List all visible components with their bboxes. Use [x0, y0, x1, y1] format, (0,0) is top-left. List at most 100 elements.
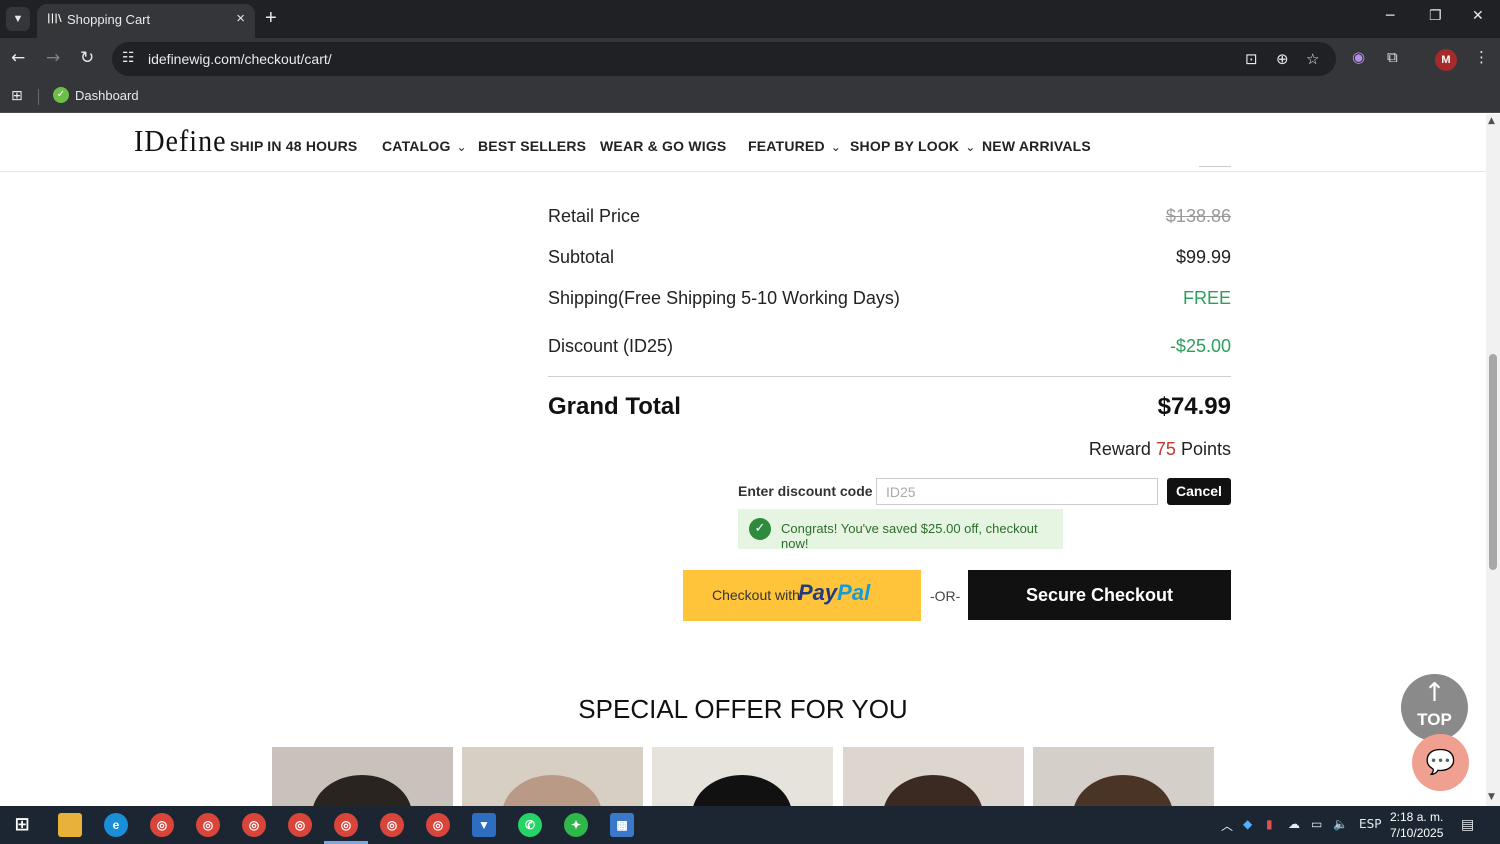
restore-icon[interactable]: ❐: [1429, 8, 1442, 24]
nav-shop-by-look[interactable]: SHOP BY LOOK ⌄: [850, 138, 976, 154]
paypal-checkout-button[interactable]: Checkout with PayPal: [683, 570, 921, 621]
paypal-logo: PayPal: [798, 580, 871, 605]
extensions-puzzle-icon[interactable]: ⧉: [1387, 48, 1398, 66]
new-tab-icon[interactable]: +: [265, 7, 277, 30]
site-info-icon[interactable]: ☷: [122, 50, 135, 66]
back-arrow-icon[interactable]: ←: [11, 48, 25, 68]
chrome-icon[interactable]: ◎: [196, 813, 220, 837]
product-image[interactable]: [462, 747, 643, 806]
extension-icon[interactable]: ◉: [1352, 48, 1365, 66]
retail-price-value: $138.86: [1165, 206, 1231, 226]
or-separator: -OR-: [930, 588, 961, 604]
nav-catalog[interactable]: CATALOG ⌄: [382, 138, 467, 154]
scroll-down-arrow-icon[interactable]: ▼: [1488, 792, 1495, 802]
window-close-icon[interactable]: ✕: [1472, 8, 1484, 24]
chrome-icon[interactable]: ◎: [150, 813, 174, 837]
chrome-icon[interactable]: ◎: [380, 813, 404, 837]
vpn-app-icon[interactable]: ▼: [472, 813, 496, 837]
chevron-down-icon: ⌄: [456, 140, 467, 154]
chrome-active-icon[interactable]: ◎: [334, 813, 358, 837]
bookmark-separator: [38, 89, 39, 105]
scroll-thumb[interactable]: [1489, 354, 1497, 570]
chrome-icon[interactable]: ◎: [426, 813, 450, 837]
product-hair: [883, 775, 983, 806]
file-explorer-icon[interactable]: [58, 813, 82, 837]
windows-start-icon[interactable]: ⊞: [10, 813, 34, 837]
url-text: idefinewig.com/checkout/cart/: [148, 51, 332, 67]
product-image[interactable]: [652, 747, 833, 806]
subtotal-label: Subtotal: [548, 247, 615, 267]
back-to-top-button[interactable]: ↑ TOP: [1401, 674, 1468, 741]
chevron-down-icon: ⌄: [965, 140, 976, 154]
reload-icon[interactable]: ↻: [80, 48, 94, 68]
product-image[interactable]: [1033, 747, 1214, 806]
app-icon[interactable]: ✦: [564, 813, 588, 837]
apps-grid-icon[interactable]: ⊞: [11, 88, 23, 104]
reward-suffix: Points: [1180, 439, 1231, 459]
product-image[interactable]: [843, 747, 1024, 806]
scroll-up-arrow-icon[interactable]: ▲: [1488, 116, 1495, 126]
dashboard-bookmark-icon: ✓: [53, 87, 69, 103]
bookmark-dashboard[interactable]: Dashboard: [75, 88, 139, 103]
profile-avatar[interactable]: M: [1435, 49, 1457, 71]
check-circle-icon: ✓: [749, 518, 771, 540]
bookmark-star-icon[interactable]: ☆: [1306, 50, 1319, 68]
discount-label: Discount (ID25): [548, 336, 674, 356]
zoom-icon[interactable]: ⊕: [1276, 50, 1289, 68]
discount-code-input[interactable]: [876, 478, 1158, 505]
browser-tab-bar: ▼ |||\ Shopping Cart × + ─ ❐ ✕: [0, 0, 1500, 38]
browser-menu-icon[interactable]: ⋮: [1474, 48, 1489, 66]
notifications-icon[interactable]: ▤: [1461, 817, 1474, 833]
address-bar[interactable]: ☷ idefinewig.com/checkout/cart/ ⊡ ⊕ ☆: [112, 42, 1336, 76]
chrome-icon[interactable]: ◎: [242, 813, 266, 837]
subtotal-value: $99.99: [1175, 247, 1231, 267]
nav-wear-go[interactable]: WEAR & GO WIGS: [600, 138, 726, 154]
volume-icon[interactable]: 🔈: [1333, 817, 1348, 831]
site-logo[interactable]: IDefine: [134, 124, 227, 159]
shield-icon[interactable]: ◆: [1243, 817, 1252, 831]
grand-total-value: $74.99: [1157, 393, 1231, 420]
product-hair: [1073, 775, 1173, 806]
language-indicator[interactable]: ESP: [1359, 817, 1381, 831]
summary-divider: [548, 376, 1231, 377]
site-header: IDefine SHIP IN 48 HOURS CATALOG ⌄ BEST S…: [0, 114, 1486, 172]
translate-icon[interactable]: ⊡: [1245, 50, 1258, 68]
web-page: IDefine SHIP IN 48 HOURS CATALOG ⌄ BEST S…: [0, 114, 1486, 806]
edge-icon[interactable]: e: [104, 813, 128, 837]
discount-value: -$25.00: [1169, 336, 1231, 356]
paypal-prefix: Checkout with: [712, 587, 800, 603]
retail-price-label: Retail Price: [548, 206, 641, 226]
calculator-icon[interactable]: ▦: [610, 813, 634, 837]
bookmarks-bar: ⊞ ✓ Dashboard: [0, 80, 1500, 113]
audio-app-icon[interactable]: ▮: [1266, 817, 1273, 831]
tab-title: Shopping Cart: [67, 12, 151, 27]
cancel-discount-button[interactable]: Cancel: [1167, 478, 1231, 505]
arrow-up-icon: ↑: [1423, 678, 1446, 708]
nav-ship-48[interactable]: SHIP IN 48 HOURS: [230, 138, 357, 154]
product-image[interactable]: [272, 747, 453, 806]
tab-search-chevron-icon[interactable]: ▼: [6, 7, 30, 31]
windows-taskbar: ⊞ e ◎ ◎ ◎ ◎ ◎ ◎ ◎ ▼ ✆ ✦ ▦ ︿ ◆ ▮ ☁ ▭ 🔈 ES…: [0, 806, 1500, 844]
chrome-icon[interactable]: ◎: [288, 813, 312, 837]
top-label: TOP: [1417, 710, 1452, 729]
system-clock[interactable]: 2:18 a. m. 7/10/2025: [1390, 809, 1443, 841]
tab-shopping-cart[interactable]: |||\ Shopping Cart ×: [37, 4, 255, 38]
nav-featured[interactable]: FEATURED ⌄: [748, 138, 841, 154]
chevron-up-icon[interactable]: ︿: [1221, 817, 1233, 834]
clock-time: 2:18 a. m.: [1390, 810, 1444, 824]
network-icon[interactable]: ▭: [1311, 817, 1322, 831]
discount-success-message: ✓ Congrats! You've saved $25.00 off, che…: [738, 509, 1063, 551]
page-scrollbar[interactable]: ▲ ▼: [1486, 114, 1500, 806]
nav-new-arrivals[interactable]: NEW ARRIVALS: [982, 138, 1091, 154]
close-tab-icon[interactable]: ×: [236, 10, 245, 27]
divider: [1199, 166, 1231, 167]
chat-bubble-icon[interactable]: 💬: [1412, 734, 1469, 791]
whatsapp-icon[interactable]: ✆: [518, 813, 542, 837]
secure-checkout-button[interactable]: Secure Checkout: [968, 570, 1231, 620]
forward-arrow-icon[interactable]: →: [46, 48, 60, 68]
product-hair: [312, 775, 412, 806]
minimize-icon[interactable]: ─: [1386, 8, 1394, 24]
discount-code-label: Enter discount code: [738, 483, 873, 499]
cloud-icon[interactable]: ☁: [1288, 817, 1300, 831]
nav-best-sellers[interactable]: BEST SELLERS: [478, 138, 586, 154]
